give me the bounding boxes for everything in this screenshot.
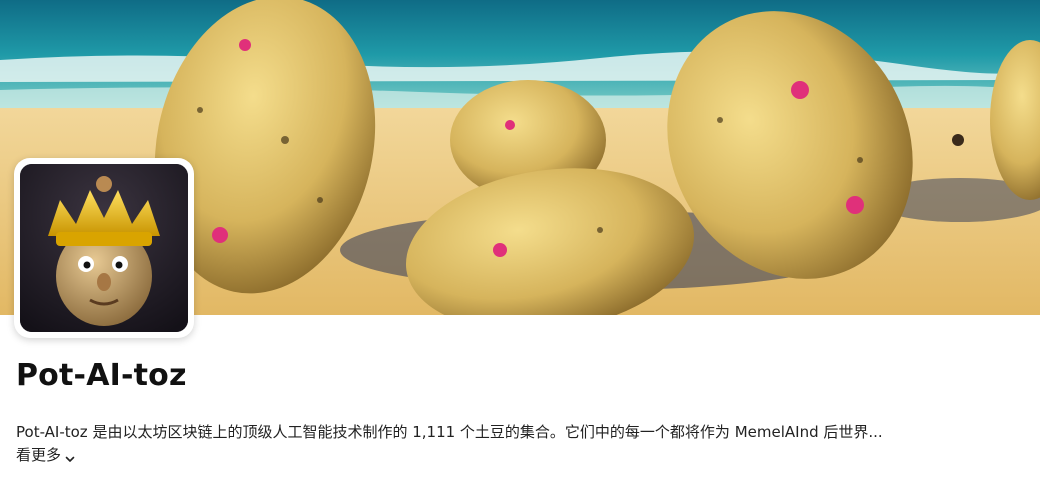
collection-description: Pot-AI-toz 是由以太坊区块链上的顶级人工智能技术制作的 1,111 个… [16, 423, 883, 441]
see-more-button[interactable]: 看更多 [16, 444, 76, 466]
chevron-down-icon [64, 449, 76, 462]
collection-avatar [14, 158, 194, 338]
see-more-label: 看更多 [16, 446, 62, 464]
collection-title: Pot-AI-toz [16, 358, 187, 393]
avatar-image [20, 164, 188, 332]
collection-page: Pot-AI-toz Pot-AI-toz 是由以太坊区块链上的顶级人工智能技术… [0, 0, 1040, 502]
